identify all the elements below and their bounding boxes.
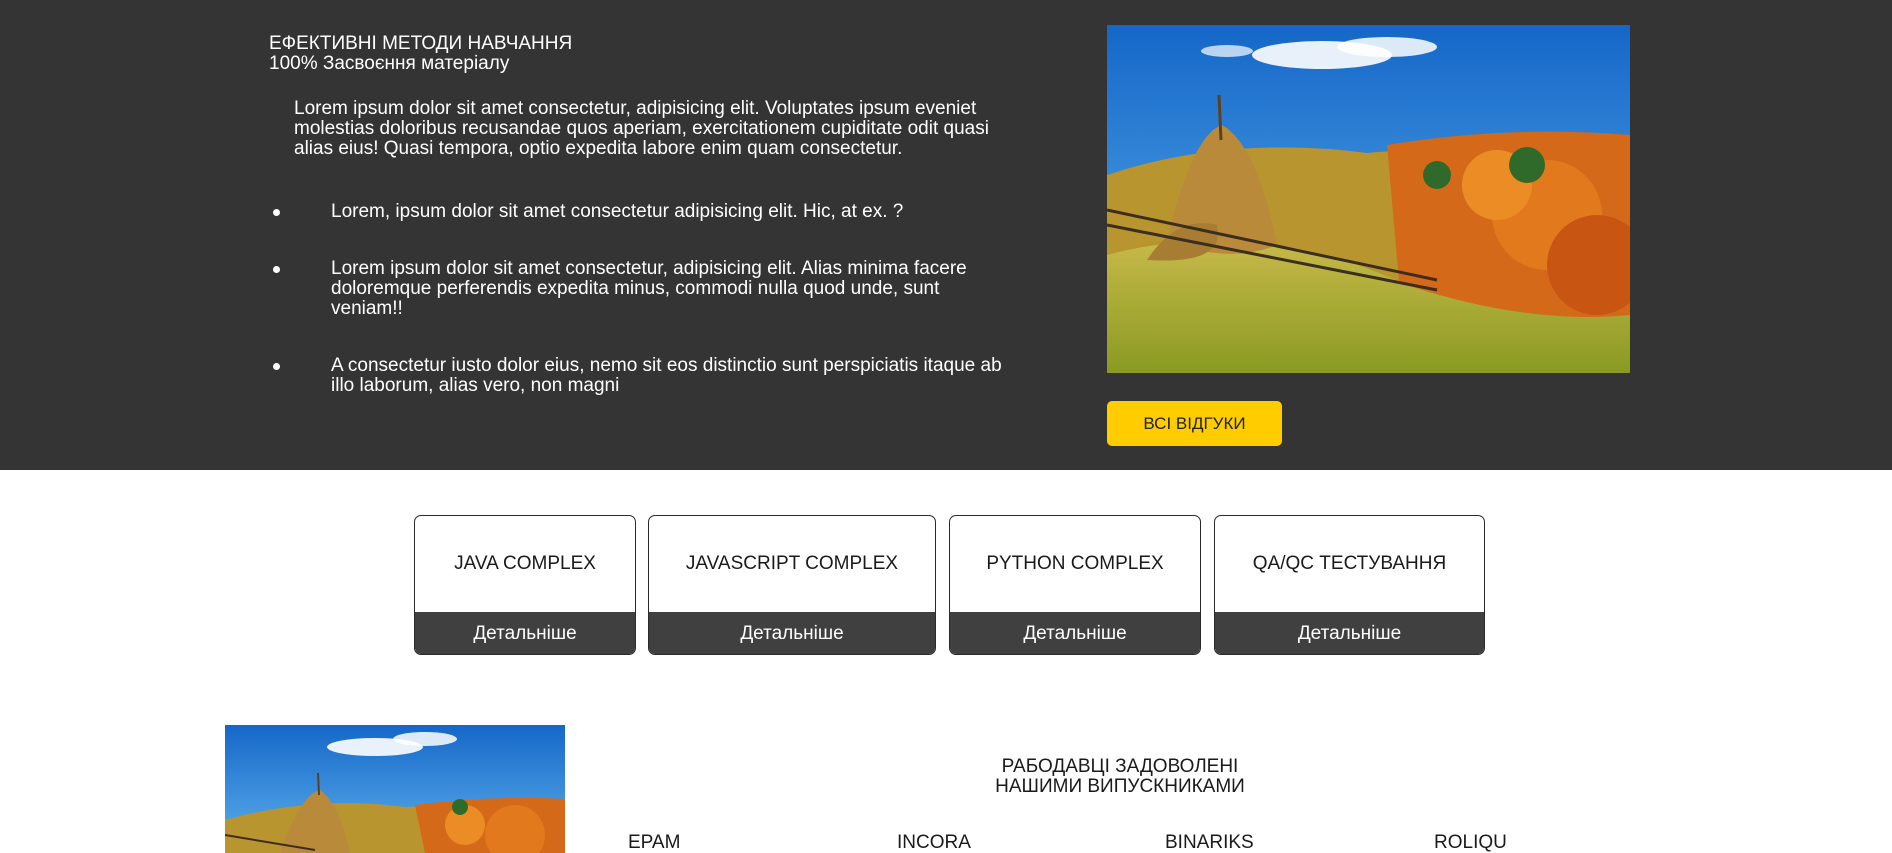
course-card-python[interactable]: PYTHON COMPLEX Детальніше xyxy=(949,515,1201,655)
course-card-qa[interactable]: QA/QC ТЕСТУВАННЯ Детальніше xyxy=(1214,515,1485,655)
course-title: QA/QC ТЕСТУВАННЯ xyxy=(1252,553,1447,574)
hero-benefits-list: Lorem, ipsum dolor sit amet consectetur … xyxy=(269,202,1009,433)
course-card-javascript[interactable]: JAVASCRIPT COMPLEX Детальніше xyxy=(648,515,936,655)
courses-section: JAVA COMPLEX Детальніше JAVASCRIPT COMPL… xyxy=(0,515,1892,657)
list-item: A consectetur iusto dolor eius, nemo sit… xyxy=(269,356,1009,396)
hero-title: ЕФЕКТИВНІ МЕТОДИ НАВЧАННЯ xyxy=(269,33,573,54)
company-name-incora: INCORA xyxy=(897,832,971,853)
company-name-roliqu: ROLIQU xyxy=(1434,832,1507,853)
list-item: Lorem, ipsum dolor sit amet consectetur … xyxy=(269,202,1009,222)
bullet-icon xyxy=(273,266,280,273)
hero-section: ЕФЕКТИВНІ МЕТОДИ НАВЧАННЯ 100% Засвоєння… xyxy=(0,0,1892,470)
employers-heading-line: РАБОДАВЦІ ЗАДОВОЛЕНІ xyxy=(1001,756,1239,777)
employers-heading-line: НАШИМИ ВИПУСКНИКАМИ xyxy=(995,776,1245,797)
hero-intro-text: Lorem ipsum dolor sit amet consectetur, … xyxy=(294,98,989,159)
bullet-icon xyxy=(273,209,280,216)
company-name-epam: EPAM xyxy=(628,832,681,853)
list-item-text: A consectetur iusto dolor eius, nemo sit… xyxy=(331,355,1002,396)
course-card-java[interactable]: JAVA COMPLEX Детальніше xyxy=(414,515,636,655)
landscape-image xyxy=(1107,25,1630,373)
list-item-text: Lorem ipsum dolor sit amet consectetur, … xyxy=(331,258,967,319)
course-details-button[interactable]: Детальніше xyxy=(950,612,1200,654)
bullet-icon xyxy=(273,363,280,370)
hero-subtitle: 100% Засвоєння матеріалу xyxy=(269,53,510,74)
landscape-image xyxy=(225,725,565,853)
course-details-button[interactable]: Детальніше xyxy=(649,612,935,654)
list-item-text: Lorem, ipsum dolor sit amet consectetur … xyxy=(331,201,904,222)
course-title: JAVASCRIPT COMPLEX xyxy=(685,553,899,574)
course-title: JAVA COMPLEX xyxy=(454,553,596,574)
landscape-photo xyxy=(1107,25,1630,373)
course-details-button[interactable]: Детальніше xyxy=(415,612,635,654)
landscape-photo-small xyxy=(225,725,565,853)
hero-titles: ЕФЕКТИВНІ МЕТОДИ НАВЧАННЯ 100% Засвоєння… xyxy=(269,34,572,74)
all-reviews-button[interactable]: ВСІ ВІДГУКИ xyxy=(1107,401,1282,446)
course-details-button[interactable]: Детальніше xyxy=(1215,612,1484,654)
course-title: PYTHON COMPLEX xyxy=(986,553,1164,574)
employers-heading: РАБОДАВЦІ ЗАДОВОЛЕНІ НАШИМИ ВИПУСКНИКАМИ xyxy=(980,757,1260,797)
list-item: Lorem ipsum dolor sit amet consectetur, … xyxy=(269,259,1009,319)
company-name-binariks: BINARIKS xyxy=(1165,832,1254,853)
